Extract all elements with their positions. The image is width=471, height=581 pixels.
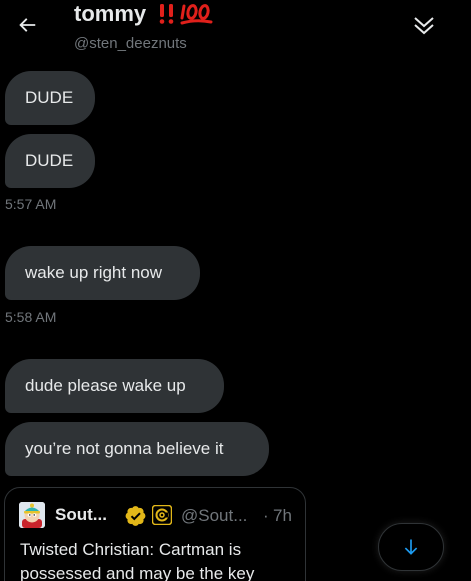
message-bubble[interactable]: dude please wake up (5, 359, 224, 413)
title-emoji (156, 1, 214, 27)
cartman-avatar-icon (19, 502, 45, 528)
scroll-to-bottom-button[interactable] (378, 523, 444, 571)
verified-badge-icon (125, 505, 147, 532)
double-chevron-down-icon (414, 17, 434, 35)
conversation-title: tommy (74, 1, 214, 27)
post-author-handle: @Sout... (181, 506, 248, 525)
message-text: DUDE (25, 88, 74, 107)
message-text: DUDE (25, 151, 74, 170)
message-bubble[interactable]: DUDE (5, 134, 95, 188)
arrow-down-icon (404, 539, 418, 555)
post-text: Twisted Christian: Cartman is possessed … (20, 540, 255, 581)
shared-post-card[interactable]: Sout... @Sout... · 7h Twisted Christian:… (4, 487, 306, 581)
contact-handle: @sten_deeznuts (74, 35, 187, 52)
contact-name: tommy (74, 1, 147, 26)
message-bubble[interactable]: DUDE (5, 71, 95, 125)
message-text: dude please wake up (25, 376, 186, 395)
post-author-name: Sout... (55, 505, 107, 524)
hundred-points-icon (180, 4, 213, 25)
avatar (19, 502, 45, 528)
collapse-button[interactable] (409, 11, 439, 41)
message-timestamp: 5:57 AM (5, 196, 57, 212)
separator-dot: · (263, 506, 269, 525)
message-timestamp: 5:58 AM (5, 309, 57, 325)
arrow-left-icon (19, 18, 36, 32)
message-text: wake up right now (25, 263, 163, 282)
message-bubble[interactable]: wake up right now (5, 246, 200, 300)
message-bubble[interactable]: you’re not gonna believe it (5, 422, 269, 476)
message-text: you’re not gonna believe it (25, 439, 224, 458)
post-time: 7h (273, 506, 292, 525)
conversation-header: tommy @sten_deeznuts (0, 0, 471, 58)
back-button[interactable] (12, 10, 42, 40)
comedy-central-icon (151, 504, 173, 526)
double-exclamation-icon (159, 4, 174, 24)
